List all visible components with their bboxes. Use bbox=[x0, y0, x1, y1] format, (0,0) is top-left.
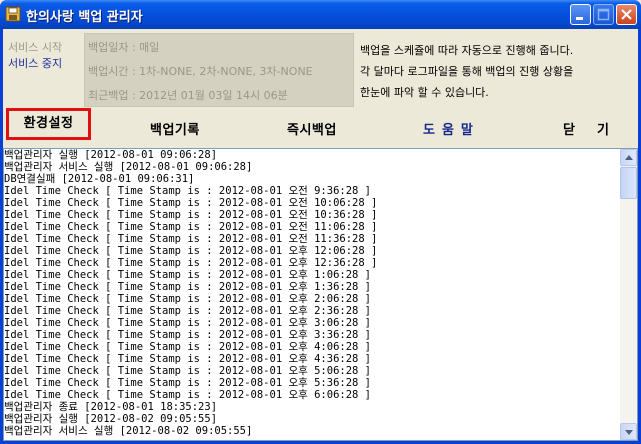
description-text: 백업을 스케쥴에 따라 자동으로 진행해 줍니다. 각 달마다 로그파일을 통해… bbox=[360, 40, 636, 103]
service-start-link[interactable]: 서비스 시작 bbox=[8, 39, 62, 55]
log-line: Idel Time Check [ Time Stamp is : 2012-0… bbox=[4, 197, 378, 209]
log-line: Idel Time Check [ Time Stamp is : 2012-0… bbox=[4, 389, 372, 401]
window-client-area: 서비스 시작 서비스 중지 백업일자 : 매일 백업시간 : 1차-NONE, … bbox=[3, 29, 638, 441]
chevron-up-icon bbox=[625, 155, 633, 160]
log-line: 백업관리자 실행 [2012-08-02 09:05:55] bbox=[4, 413, 218, 425]
log-line: Idel Time Check [ Time Stamp is : 2012-0… bbox=[4, 329, 372, 341]
backup-history-button[interactable]: 백업기록 bbox=[150, 119, 200, 138]
log-line: Idel Time Check [ Time Stamp is : 2012-0… bbox=[4, 281, 372, 293]
minimize-button[interactable] bbox=[570, 4, 591, 25]
scroll-thumb[interactable] bbox=[620, 167, 637, 199]
vertical-scrollbar[interactable] bbox=[620, 149, 637, 440]
log-line: Idel Time Check [ Time Stamp is : 2012-0… bbox=[4, 257, 378, 269]
backup-time: 백업시간 : 1차-NONE, 2차-NONE, 3차-NONE bbox=[88, 65, 313, 78]
log-line: 백업관리자 서비스 실행 [2012-08-02 09:05:55] bbox=[4, 425, 253, 437]
scroll-down-button[interactable] bbox=[620, 423, 637, 440]
close-icon bbox=[621, 9, 632, 20]
main-toolbar: 환경설정 백업기록 즉시백업 도움말 닫기 bbox=[3, 105, 638, 143]
backup-info-panel: 백업일자 : 매일 백업시간 : 1차-NONE, 2차-NONE, 3차-NO… bbox=[84, 33, 354, 107]
description-line: 한눈에 파악 할 수 있습니다. bbox=[360, 86, 489, 99]
log-line: Idel Time Check [ Time Stamp is : 2012-0… bbox=[4, 305, 372, 317]
window-title: 한의사랑 백업 관리자 bbox=[26, 10, 143, 25]
close-app-button[interactable]: 닫기 bbox=[563, 119, 631, 138]
log-line: Idel Time Check [ Time Stamp is : 2012-0… bbox=[4, 245, 378, 257]
scroll-up-button[interactable] bbox=[620, 149, 637, 166]
immediate-backup-button[interactable]: 즉시백업 bbox=[287, 119, 337, 138]
log-line: 백업관리자 서비스 실행 [2012-08-01 09:06:28] bbox=[4, 161, 253, 173]
backup-date: 백업일자 : 매일 bbox=[88, 41, 160, 54]
chevron-down-icon bbox=[625, 430, 633, 435]
close-button[interactable] bbox=[616, 4, 637, 25]
log-line: Idel Time Check [ Time Stamp is : 2012-0… bbox=[4, 341, 372, 353]
backup-manager-window: 한의사랑 백업 관리자 서비스 시작 서비스 중지 백업일자 : 매일 백업시간… bbox=[0, 0, 641, 444]
minimize-icon bbox=[576, 17, 583, 20]
log-line: Idel Time Check [ Time Stamp is : 2012-0… bbox=[4, 293, 372, 305]
description-line: 백업을 스케쥴에 따라 자동으로 진행해 줍니다. bbox=[360, 44, 574, 57]
help-button[interactable]: 도움말 bbox=[423, 119, 480, 138]
log-line: Idel Time Check [ Time Stamp is : 2012-0… bbox=[4, 221, 378, 233]
log-line: 백업관리자 종료 [2012-08-01 18:35:23] bbox=[4, 401, 218, 413]
log-line: Idel Time Check [ Time Stamp is : 2012-0… bbox=[4, 269, 372, 281]
log-view[interactable]: 백업관리자 실행 [2012-08-01 09:06:28] 백업관리자 서비스 … bbox=[3, 148, 638, 441]
service-stop-link[interactable]: 서비스 중지 bbox=[8, 55, 62, 71]
title-bar[interactable]: 한의사랑 백업 관리자 bbox=[0, 0, 641, 29]
maximize-icon bbox=[597, 8, 610, 21]
settings-button[interactable]: 환경설정 bbox=[6, 108, 91, 140]
log-line: 백업관리자 실행 [2012-08-01 09:06:28] bbox=[4, 149, 218, 161]
log-line: Idel Time Check [ Time Stamp is : 2012-0… bbox=[4, 377, 372, 389]
log-line: Idel Time Check [ Time Stamp is : 2012-0… bbox=[4, 353, 372, 365]
log-line: Idel Time Check [ Time Stamp is : 2012-0… bbox=[4, 185, 372, 197]
maximize-button[interactable] bbox=[593, 4, 614, 25]
last-backup: 최근백업 : 2012년 01월 03일 14시 06분 bbox=[88, 89, 288, 102]
log-line: Idel Time Check [ Time Stamp is : 2012-0… bbox=[4, 317, 372, 329]
floppy-disk-icon bbox=[5, 6, 21, 22]
log-line: Idel Time Check [ Time Stamp is : 2012-0… bbox=[4, 209, 378, 221]
log-line: Idel Time Check [ Time Stamp is : 2012-0… bbox=[4, 365, 372, 377]
description-line: 각 달마다 로그파일을 통해 백업의 진행 상황을 bbox=[360, 65, 574, 78]
log-line: Idel Time Check [ Time Stamp is : 2012-0… bbox=[4, 233, 378, 245]
log-lines: 백업관리자 실행 [2012-08-01 09:06:28] 백업관리자 서비스 … bbox=[4, 149, 618, 440]
log-line: DB연결실패 [2012-08-01 09:06:31] bbox=[4, 173, 195, 185]
